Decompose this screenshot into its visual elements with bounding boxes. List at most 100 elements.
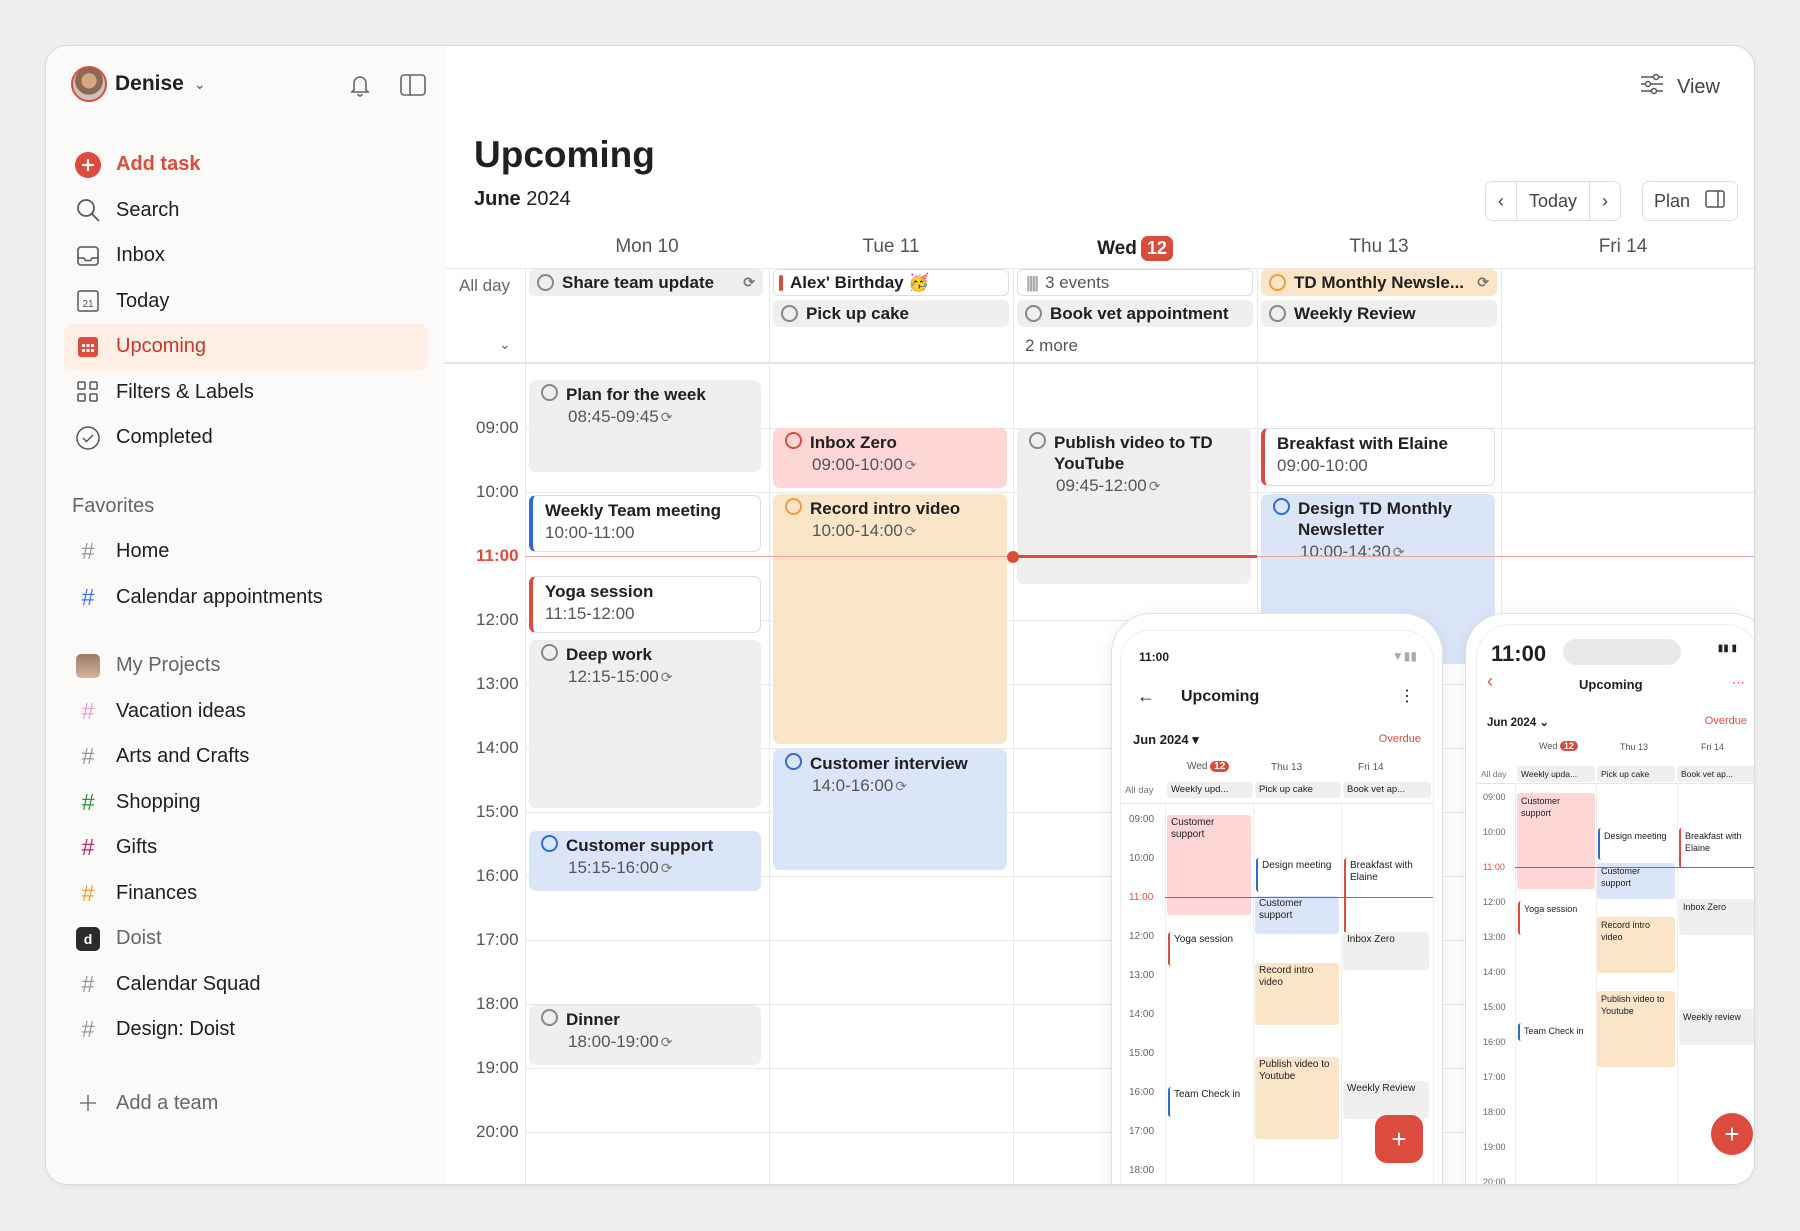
allday-item[interactable]: Pick up cake (1255, 782, 1341, 798)
task-checkbox[interactable] (785, 753, 802, 770)
task-checkbox[interactable] (785, 498, 802, 515)
task-checkbox[interactable] (541, 384, 558, 401)
mini-event[interactable]: Team Check in (1518, 1023, 1594, 1041)
event-card[interactable]: Dinner 18:00-19:00 ⟳ (529, 1005, 761, 1065)
team-header[interactable]: d Doist (64, 916, 428, 962)
bell-icon[interactable] (347, 72, 373, 103)
task-checkbox[interactable] (1029, 432, 1046, 449)
event-card[interactable]: Deep work 12:15-15:00 ⟳ (529, 640, 761, 808)
overdue-link[interactable]: Overdue (1379, 733, 1421, 745)
mini-event[interactable]: Yoga session (1518, 901, 1594, 935)
event-card[interactable]: Weekly Team meeting 10:00-11:00 (529, 495, 761, 552)
mini-event[interactable]: Record intro video (1255, 963, 1339, 1025)
allday-item[interactable]: Book vet ap... (1677, 766, 1754, 782)
allday-item[interactable]: Share team update ⟳ (529, 269, 763, 296)
sidebar-item-design-doist[interactable]: # Design: Doist (64, 1007, 428, 1053)
event-card[interactable]: Plan for the week 08:45-09:45 ⟳ (529, 380, 761, 472)
event-card[interactable]: Inbox Zero 09:00-10:00 ⟳ (773, 428, 1007, 488)
mini-event[interactable]: Breakfast with Elaine (1344, 858, 1428, 934)
allday-item[interactable]: TD Monthly Newsle... ⟳ (1261, 269, 1497, 296)
plan-button[interactable]: Plan (1642, 181, 1738, 221)
more-icon[interactable]: ⋯ (1732, 675, 1745, 691)
sidebar-item-home[interactable]: # Home (64, 529, 428, 575)
mini-event[interactable]: Record intro video (1597, 917, 1675, 973)
allday-item[interactable]: Weekly Review (1261, 300, 1497, 327)
chevron-left-icon[interactable]: ‹ (1486, 191, 1516, 212)
user-menu[interactable]: Denise ⌄ (71, 66, 206, 102)
sidebar-item-filters-labels[interactable]: Filters & Labels (64, 370, 428, 416)
allday-item[interactable]: Book vet appointment (1017, 300, 1253, 327)
add-task-button[interactable]: Add task (64, 142, 428, 188)
allday-item[interactable]: Weekly upda... (1517, 766, 1595, 782)
event-card[interactable]: Publish video to TD YouTube 09:45-12:00 ⟳ (1017, 428, 1251, 584)
allday-item[interactable]: Alex' Birthday 🥳 (773, 269, 1009, 296)
event-card[interactable]: Customer support 15:15-16:00 ⟳ (529, 831, 761, 891)
mini-event[interactable]: Weekly Review (1343, 1081, 1429, 1119)
sidebar-item-search[interactable]: Search (64, 188, 428, 234)
phone-month[interactable]: Jun 2024 ▾ (1133, 732, 1199, 748)
event-card[interactable]: Yoga session 11:15-12:00 (529, 576, 761, 633)
mini-event[interactable]: Customer support (1255, 896, 1339, 934)
view-button[interactable]: View (1639, 72, 1720, 102)
arrow-left-icon[interactable]: ← (1137, 686, 1155, 707)
allday-item[interactable]: Pick up cake (1597, 766, 1675, 782)
mini-event[interactable]: Inbox Zero (1343, 932, 1429, 970)
sidebar-toggle-icon[interactable] (399, 72, 427, 103)
mini-event[interactable]: Customer support (1167, 815, 1251, 915)
month-label[interactable]: June 2024 (474, 188, 571, 211)
event-card[interactable]: Customer interview 14:0-16:00 ⟳ (773, 749, 1007, 870)
task-checkbox[interactable] (1025, 305, 1042, 322)
today-button[interactable]: Today (1517, 191, 1589, 212)
sidebar-item-gifts[interactable]: # Gifts (64, 825, 428, 871)
sidebar-item-arts-and-crafts[interactable]: # Arts and Crafts (64, 734, 428, 780)
mini-event[interactable]: Design meeting (1256, 858, 1336, 892)
sidebar-item-completed[interactable]: Completed (64, 415, 428, 461)
mini-event[interactable]: Customer support (1597, 863, 1675, 899)
mini-event[interactable]: Customer support (1517, 793, 1595, 889)
mini-event[interactable]: Design meeting (1598, 828, 1674, 860)
task-checkbox[interactable] (541, 1009, 558, 1026)
event-card[interactable]: Record intro video 10:00-14:00 ⟳ (773, 494, 1007, 744)
mini-event[interactable]: Team Check in (1168, 1087, 1250, 1117)
task-checkbox[interactable] (1269, 274, 1286, 291)
more-icon[interactable]: ⋮ (1399, 686, 1415, 706)
sidebar-item-inbox[interactable]: Inbox (64, 233, 428, 279)
mini-event[interactable]: Publish video to Youtube (1597, 991, 1675, 1067)
mini-event[interactable]: Yoga session (1168, 932, 1250, 966)
allday-item[interactable]: Pick up cake (773, 300, 1009, 327)
allday-item[interactable]: |||| 3 events (1017, 269, 1253, 296)
repeat-icon: ⟳ (1392, 544, 1405, 560)
more-link[interactable]: 2 more (1025, 336, 1078, 356)
chevron-down-icon[interactable]: ⌄ (499, 336, 511, 353)
task-checkbox[interactable] (541, 835, 558, 852)
favorites-header[interactable]: Favorites (64, 484, 428, 530)
task-checkbox[interactable] (537, 274, 554, 291)
sidebar-item-today[interactable]: 21 Today (64, 279, 428, 325)
task-checkbox[interactable] (1269, 305, 1286, 322)
add-task-fab[interactable]: + (1711, 1113, 1753, 1155)
mini-event[interactable]: Breakfast with Elaine (1679, 828, 1754, 868)
sidebar-item-upcoming[interactable]: Upcoming (64, 324, 428, 370)
task-checkbox[interactable] (781, 305, 798, 322)
mini-event[interactable]: Weekly review (1679, 1009, 1754, 1045)
task-checkbox[interactable] (1273, 498, 1290, 515)
sidebar-item-shopping[interactable]: # Shopping (64, 780, 428, 826)
sidebar-item-vacation-ideas[interactable]: # Vacation ideas (64, 689, 428, 735)
back-icon[interactable]: ‹ (1487, 671, 1493, 692)
sidebar-item-calendar-appointments[interactable]: # Calendar appointments (64, 575, 428, 621)
task-checkbox[interactable] (541, 644, 558, 661)
sidebar-item-calendar-squad[interactable]: # Calendar Squad (64, 962, 428, 1008)
event-card[interactable]: Breakfast with Elaine 09:00-10:00 (1261, 428, 1495, 486)
add-task-fab[interactable]: + (1375, 1115, 1423, 1163)
chevron-right-icon[interactable]: › (1590, 191, 1620, 212)
allday-item[interactable]: Weekly upd... (1167, 782, 1253, 798)
mini-event[interactable]: Publish video to Youtube (1255, 1057, 1339, 1139)
add-team-button[interactable]: Add a team (64, 1081, 428, 1127)
phone-month[interactable]: Jun 2024 ⌄ (1487, 715, 1549, 729)
mini-event[interactable]: Inbox Zero (1679, 899, 1754, 935)
overdue-link[interactable]: Overdue (1705, 715, 1747, 727)
task-checkbox[interactable] (785, 432, 802, 449)
my-projects-header[interactable]: My Projects (64, 643, 428, 689)
allday-item[interactable]: Book vet ap... (1343, 782, 1431, 798)
sidebar-item-finances[interactable]: # Finances (64, 871, 428, 917)
